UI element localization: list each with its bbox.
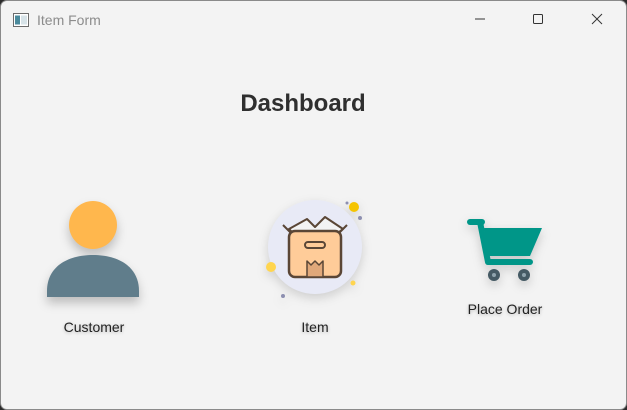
- window-title: Item Form: [37, 12, 101, 28]
- maximize-button[interactable]: [509, 1, 567, 41]
- minimize-icon: [474, 12, 486, 30]
- place-order-label[interactable]: Place Order: [435, 301, 575, 317]
- app-icon: [13, 13, 29, 27]
- title-bar[interactable]: Item Form: [1, 1, 626, 41]
- dashboard-title: Dashboard: [240, 90, 366, 117]
- maximize-icon: [532, 12, 544, 30]
- minimize-button[interactable]: [451, 1, 509, 41]
- item-label[interactable]: Item: [245, 319, 385, 335]
- app-window: Item Form Dashboard Customer Item Place …: [0, 0, 627, 410]
- customer-icon[interactable]: [45, 199, 141, 299]
- close-icon: [591, 12, 603, 30]
- shopping-cart-icon[interactable]: [466, 216, 546, 284]
- close-button[interactable]: [568, 1, 626, 41]
- item-box-icon[interactable]: [263, 199, 367, 301]
- customer-label[interactable]: Customer: [24, 319, 164, 335]
